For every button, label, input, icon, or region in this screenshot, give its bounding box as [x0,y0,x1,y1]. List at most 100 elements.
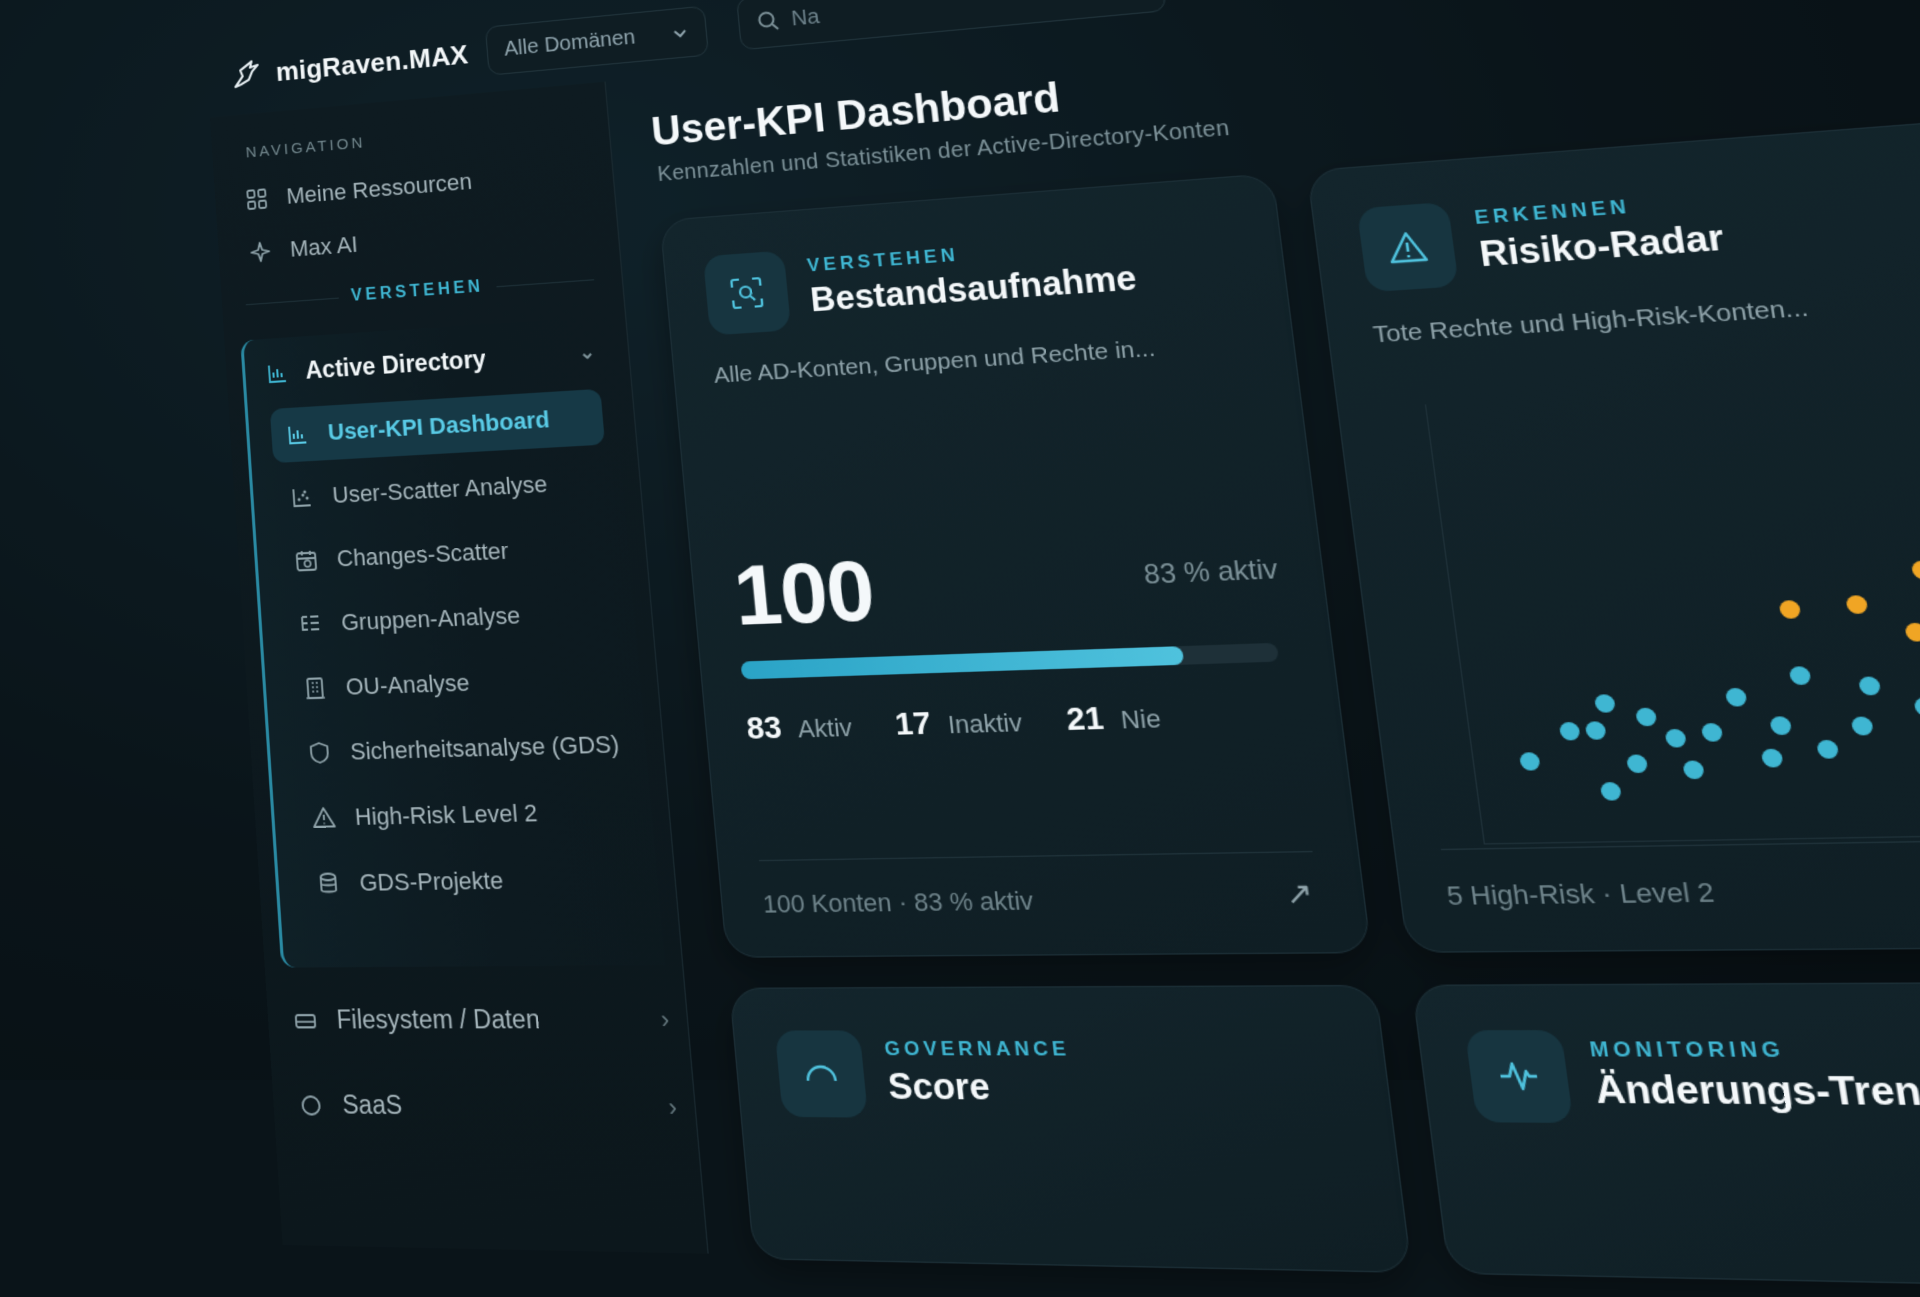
card-description: Tote Rechte und High-Risk-Konten... [1372,294,1811,349]
scatter-point-low [1789,666,1812,685]
scatter-point-mid [1779,600,1802,619]
sidebar-item-changes-scatter[interactable]: Changes-Scatter [278,518,616,589]
sidebar: NAVIGATION Meine Ressourcen Max AI VERST… [210,82,709,1254]
card-footer: 5 High-Risk · Level 2 [1445,877,1716,912]
scatter-point-low [1600,782,1622,801]
scatter-point-low [1725,688,1748,707]
stat-value: 83 [745,710,783,746]
stat-label: Aktiv [797,713,854,743]
scatter-point-low [1626,754,1648,773]
sidebar-item-label: User-KPI Dashboard [327,406,551,446]
sidebar-item-filesystem-daten[interactable]: Filesystem / Daten › [292,1004,670,1035]
warning-icon [311,805,338,832]
sidebar-group-header[interactable]: Active Directory ⌄ [264,338,596,388]
chevron-right-icon: › [660,1005,671,1035]
scatter-point-low [1559,722,1581,741]
search-placeholder: Na [790,5,820,32]
gauge-icon [798,1053,843,1095]
sidebar-item-saas[interactable]: SaaS › [298,1090,679,1123]
scatter-point-low [1851,716,1874,735]
brand-name: migRaven.MAX [275,38,470,87]
sidebar-item-high-risk-level-2[interactable]: High-Risk Level 2 [295,782,639,847]
sidebar-group-active-directory: Active Directory ⌄ User-KPI Dashboard Us… [240,315,665,967]
scatter-point-low [1816,740,1839,759]
scatter-point-low [1913,697,1920,716]
sidebar-item-label: OU-Analyse [345,669,471,701]
scan-search-icon [725,272,768,313]
card-icon-box [1465,1030,1574,1123]
sidebar-item-user-scatter-analyse[interactable]: User-Scatter Analyse [274,453,611,526]
stat-value: 17 [893,705,932,741]
list-tree-icon [298,611,324,638]
scatter-point-low [1769,716,1792,735]
active-progress-bar [741,643,1280,680]
sidebar-item-gds-projekte[interactable]: GDS-Projekte [300,850,645,913]
sidebar-item-label: GDS-Projekte [359,866,505,897]
activity-icon [1492,1054,1545,1099]
grid-icon [244,186,269,212]
sidebar-item-sicherheitsanalyse[interactable]: Sicherheitsanalyse (GDS) [291,715,633,781]
screen-background: migRaven.MAX Alle Domänen Na NAVIGATION … [0,0,1920,1080]
risk-scatter-plot [1425,370,1920,844]
scatter-point-mid [1845,595,1868,614]
sidebar-item-label: SaaS [341,1090,403,1121]
bar-chart-icon [265,360,291,386]
calendar-icon [293,547,319,574]
brand[interactable]: migRaven.MAX [230,37,470,94]
scatter-point-low [1635,708,1657,727]
drive-icon [292,1007,319,1034]
sidebar-item-label: Sicherheitsanalyse (GDS) [349,730,620,766]
total-accounts-value: 100 [730,542,878,645]
chevron-right-icon: › [667,1092,678,1122]
sidebar-item-label: Changes-Scatter [336,537,510,573]
sidebar-item-label: Filesystem / Daten [336,1004,541,1035]
card-icon-box [775,1030,868,1117]
card-monitoring[interactable]: MONITORING Änderungs-Trend [1411,981,1920,1291]
stat-value: 21 [1065,700,1106,737]
search-input[interactable]: Na [736,0,1167,50]
app-window: migRaven.MAX Alle Domänen Na NAVIGATION … [205,0,1920,1294]
scatter-point-low [1585,721,1607,740]
card-governance[interactable]: GOVERNANCE Score [729,985,1412,1273]
card-title: Score [886,1066,992,1109]
sidebar-item-ou-analyse[interactable]: OU-Analyse [287,649,628,717]
card-bestandsaufnahme[interactable]: VERSTEHEN Bestandsaufnahme Alle AD-Konte… [660,173,1372,958]
sidebar-item-label: High-Risk Level 2 [354,799,538,831]
sidebar-item-gruppen-analyse[interactable]: Gruppen-Analyse [282,583,622,653]
nav-heading: NAVIGATION [245,134,366,162]
stat-label: Nie [1119,704,1162,734]
stat-nie: 21 Nie [1065,698,1163,738]
scatter-icon [289,484,315,510]
sidebar-item-label: User-Scatter Analyse [331,470,548,509]
database-icon [315,870,342,897]
scatter-point-low [1761,749,1784,768]
chevron-down-icon [671,24,690,42]
stat-aktiv: 83 Aktiv [745,708,854,747]
card-risiko-radar[interactable]: ERKENNEN Risiko-Radar Tote Rechte und Hi… [1306,113,1920,953]
sidebar-item-meine-ressourcen[interactable]: Meine Ressourcen [244,168,473,213]
scatter-point-low [1701,723,1724,742]
domain-select[interactable]: Alle Domänen [485,6,709,76]
scatter-point-mid [1911,560,1920,579]
card-footer: 100 Konten · 83 % aktiv [762,886,1035,919]
sidebar-item-label: Gruppen-Analyse [340,602,521,637]
search-icon [756,9,782,34]
chevron-down-icon[interactable]: ⌄ [578,341,596,364]
account-stats: 83 Aktiv 17 Inaktiv 21 Nie [745,698,1162,747]
active-progress-fill [741,646,1185,679]
scatter-point-low [1682,760,1705,779]
sidebar-item-max-ai[interactable]: Max AI [248,231,359,266]
section-label-text: VERSTEHEN [351,278,485,306]
sidebar-item-label: Max AI [289,231,358,263]
card-icon-box [703,251,791,336]
card-description: Alle AD-Konten, Gruppen und Rechte in... [713,336,1157,390]
scatter-point-low [1858,676,1881,695]
card-divider [759,851,1313,861]
warning-icon [1383,225,1433,269]
sidebar-item-user-kpi-dashboard[interactable]: User-KPI Dashboard [270,389,605,463]
card-tag: GOVERNANCE [883,1037,1071,1061]
stat-label: Inaktiv [946,708,1023,739]
section-label-verstehen: VERSTEHEN [245,270,595,314]
arrow-up-right-icon[interactable]: ↗ [1283,875,1315,913]
bar-chart-icon [285,421,311,447]
